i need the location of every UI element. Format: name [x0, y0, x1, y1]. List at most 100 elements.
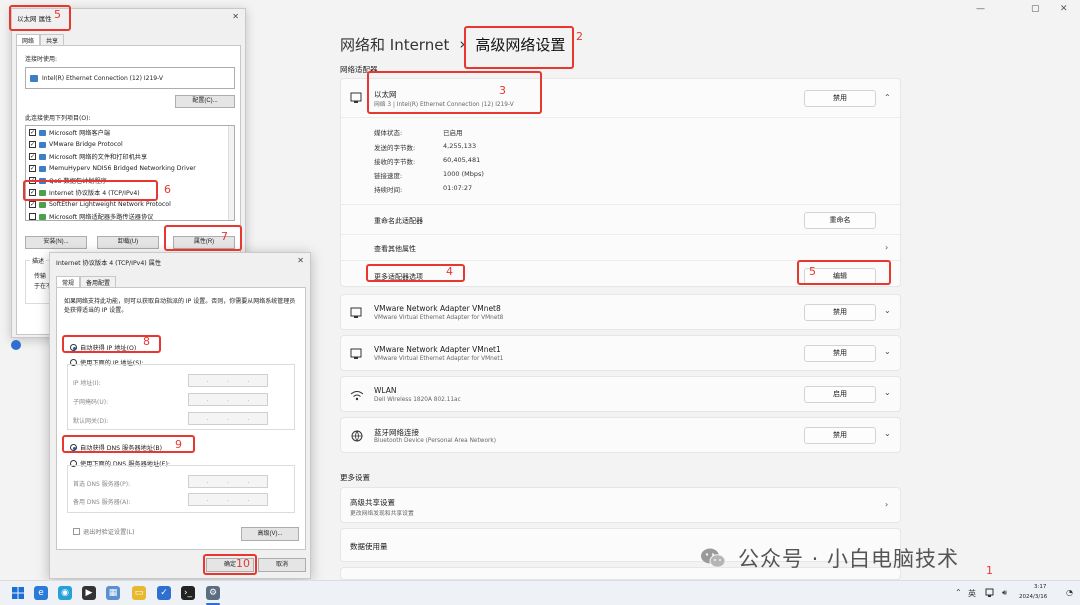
browser-icon[interactable]: ◉: [58, 586, 72, 600]
adapter-toggle-button[interactable]: 禁用: [804, 345, 876, 362]
checkbox[interactable]: ✓: [29, 165, 36, 172]
detail-label: 接收的字节数:: [374, 158, 416, 166]
alternate-dns-field[interactable]: ...: [188, 493, 268, 506]
chevron-down-icon[interactable]: ⌄: [884, 388, 891, 397]
close-icon[interactable]: ✕: [297, 256, 304, 265]
start-icon[interactable]: [11, 586, 25, 600]
detail-value: 1000 (Mbps): [443, 170, 484, 178]
dialog-tabs: 网络 共享: [16, 34, 65, 45]
adapter-toggle-button[interactable]: 禁用: [804, 427, 876, 444]
checkbox[interactable]: [29, 213, 36, 220]
minimize-button[interactable]: —: [976, 4, 985, 14]
terminal-icon[interactable]: ›_: [181, 586, 195, 600]
adapter-card-vmnet8: VMware Network Adapter VMnet8 VMware Vir…: [340, 294, 901, 330]
adapter-desc: VMware Virtual Ethernet Adapter for VMne…: [374, 315, 504, 321]
tab-sharing[interactable]: 共享: [40, 34, 65, 45]
tab-network[interactable]: 网络: [16, 34, 41, 45]
detail-value: 01:07:27: [443, 184, 473, 192]
divider: [341, 234, 902, 235]
media-player-icon[interactable]: ▶: [82, 586, 96, 600]
detail-label: 链接速度:: [374, 172, 403, 180]
gateway-field[interactable]: ...: [188, 412, 268, 425]
volume-icon[interactable]: 🔊︎: [1002, 588, 1007, 598]
checkbox[interactable]: ✓: [29, 141, 36, 148]
items-label: 此连接使用下列项目(O):: [25, 115, 91, 122]
validate-checkbox[interactable]: 退出时验证设置(L): [73, 527, 135, 536]
preferred-dns-field[interactable]: ...: [188, 475, 268, 488]
annotation-number: 5: [809, 265, 816, 278]
adapter-desc: Dell Wireless 1820A 802.11ac: [374, 397, 461, 403]
list-item[interactable]: Microsoft 网络适配器多路传送器协议: [29, 211, 153, 220]
ip-address-field[interactable]: ...: [188, 374, 268, 387]
photos-icon[interactable]: ▦: [106, 586, 120, 600]
protocol-icon: [39, 201, 46, 208]
annotation-number: 5: [54, 8, 61, 21]
subnet-mask-field[interactable]: ...: [188, 393, 268, 406]
advanced-button[interactable]: 高级(V)...: [241, 527, 299, 541]
checkbox[interactable]: ✓: [29, 153, 36, 160]
watermark: 公众号 · 小白电脑技术: [700, 543, 959, 573]
ipv4-properties-dialog: Internet 协议版本 4 (TCP/IPv4) 属性 ✕ 常规 备用配置 …: [49, 252, 311, 579]
edge-icon[interactable]: e: [34, 586, 48, 600]
ethernet-icon: [350, 307, 364, 319]
rename-button[interactable]: 重命名: [804, 212, 876, 229]
checkbox[interactable]: ✓: [29, 129, 36, 136]
watermark-text: 公众号 · 小白电脑技术: [738, 547, 960, 571]
detail-value: 4,255,133: [443, 142, 477, 150]
alternate-dns-label: 备用 DNS 服务器(A):: [73, 499, 131, 506]
settings-gear-icon[interactable]: ⚙: [206, 586, 220, 600]
list-item[interactable]: ✓ MemuHyperv NDIS6 Bridged Networking Dri…: [29, 163, 196, 174]
chevron-down-icon[interactable]: ⌄: [884, 306, 891, 315]
chevron-up-icon[interactable]: ⌃: [955, 588, 962, 597]
app-icon[interactable]: ✓: [157, 586, 171, 600]
adapter-toggle-button[interactable]: 启用: [804, 386, 876, 403]
clock-date[interactable]: 2024/3/16: [1019, 594, 1047, 600]
configure-button[interactable]: 配置(C)...: [175, 95, 235, 108]
divider: [341, 117, 902, 118]
tab-alternate-config[interactable]: 备用配置: [80, 276, 117, 287]
uninstall-button[interactable]: 卸载(U): [97, 236, 159, 249]
close-button[interactable]: ✕: [1060, 4, 1068, 14]
dialog-title: Internet 协议版本 4 (TCP/IPv4) 属性: [56, 260, 162, 267]
detail-value: 已启用: [443, 129, 463, 137]
checkbox[interactable]: ✓: [29, 201, 36, 208]
annotation-box: [23, 180, 158, 201]
list-item[interactable]: ✓ Microsoft 网络客户端: [29, 127, 110, 138]
adapter-toggle-button[interactable]: 禁用: [804, 304, 876, 321]
protocol-icon: [39, 141, 46, 148]
chevron-right-icon[interactable]: ›: [885, 243, 888, 252]
annotation-number: 10: [236, 557, 250, 570]
detail-label: 媒体状态:: [374, 129, 403, 137]
list-item[interactable]: ✓ VMware Bridge Protocol: [29, 139, 123, 150]
list-item[interactable]: ✓ Microsoft 网络的文件和打印机共享: [29, 151, 147, 162]
adapter-desc: Bluetooth Device (Personal Area Network): [374, 438, 497, 444]
chevron-down-icon[interactable]: ⌄: [884, 347, 891, 356]
breadcrumb-parent[interactable]: 网络和 Internet: [340, 34, 449, 55]
maximize-button[interactable]: ▢: [1031, 4, 1040, 14]
network-adapter-icon: [30, 75, 38, 82]
adapter-card-vmnet1: VMware Network Adapter VMnet1 VMware Vir…: [340, 335, 901, 371]
notification-icon[interactable]: ◔: [1066, 588, 1073, 597]
chevron-down-icon[interactable]: ⌄: [884, 429, 891, 438]
cancel-button[interactable]: 取消: [258, 558, 306, 572]
scrollbar[interactable]: [228, 126, 234, 220]
connect-using-label: 连接时使用:: [25, 56, 58, 63]
file-explorer-icon[interactable]: ▭: [132, 586, 146, 600]
install-button[interactable]: 安装(N)...: [25, 236, 87, 249]
advanced-sharing-card[interactable]: 高级共享设置 更改网络发现和共享设置 ›: [340, 487, 901, 523]
wifi-icon: [350, 389, 364, 401]
adapter-name: Intel(R) Ethernet Connection (12) I219-V: [42, 75, 164, 82]
tab-general[interactable]: 常规: [56, 276, 81, 287]
adapter-desc: VMware Virtual Ethernet Adapter for VMne…: [374, 356, 504, 362]
description-label: 描述: [30, 256, 47, 265]
ime-indicator[interactable]: 英: [968, 588, 976, 599]
clock-time[interactable]: 3:17: [1034, 584, 1046, 590]
more-properties-link[interactable]: 查看其他属性: [374, 244, 416, 254]
checkbox[interactable]: [73, 528, 80, 535]
network-icon[interactable]: [985, 588, 995, 600]
chevron-up-icon[interactable]: ⌃: [884, 93, 891, 102]
annotation-number: 6: [164, 183, 171, 196]
list-item-label: MemuHyperv NDIS6 Bridged Networking Driv…: [49, 165, 196, 172]
ethernet-disable-button[interactable]: 禁用: [804, 90, 876, 107]
close-icon[interactable]: ✕: [232, 12, 239, 21]
